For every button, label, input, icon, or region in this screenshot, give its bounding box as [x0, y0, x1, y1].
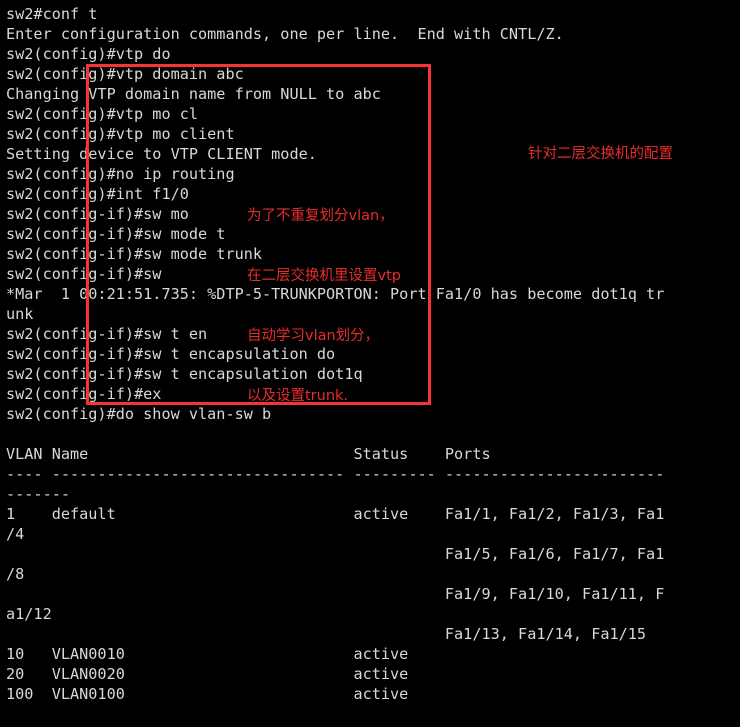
annotation-note-left-line-2: 在二层交换机里设置vtp	[247, 268, 401, 284]
annotation-note-left-line-1: 为了不重复划分vlan，	[247, 208, 394, 224]
annotation-note-left-line-3: 自动学习vlan划分，	[247, 328, 380, 344]
annotation-note-right: 针对二层交换机的配置	[528, 104, 673, 204]
terminal-window[interactable]: sw2#conf t Enter configuration commands,…	[0, 0, 740, 727]
annotation-note-right-line: 针对二层交换机的配置	[528, 146, 673, 162]
annotation-note-left: 为了不重复划分vlan， 在二层交换机里设置vtp 自动学习vlan划分， 以及…	[247, 166, 401, 446]
annotation-note-left-line-4: 以及设置trunk.	[247, 388, 349, 404]
